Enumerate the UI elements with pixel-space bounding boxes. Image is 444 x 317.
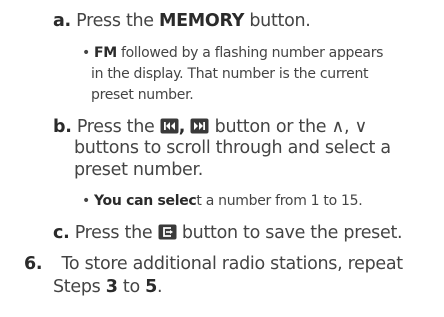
step-a-prefix: Press the <box>76 11 160 31</box>
step-6-to-word: to <box>117 277 146 297</box>
down-arrow-icon: ∨ <box>354 117 368 137</box>
comma-separator: , <box>178 117 186 137</box>
step-b-line3: preset number. <box>74 160 204 180</box>
step-6-line1: 6. To store additional radio stations, r… <box>24 254 404 274</box>
skip-previous-icon <box>160 118 179 139</box>
step-a-bullet-line3: preset number. <box>91 87 194 103</box>
step-a-bullet-line2: in the display. That number is the curre… <box>91 66 369 82</box>
step-b-prefix: Press the <box>76 117 160 137</box>
step-a-line: a. Press the MEMORY button. <box>53 11 311 31</box>
step-c-line: c. Press the button to save the preset. <box>53 223 403 245</box>
step-6-period: . <box>157 277 163 297</box>
step-b-bullet-rest: t a number from 1 to 15. <box>196 193 363 209</box>
step-6-from: 3 <box>105 277 118 297</box>
step-b-mid: button or the <box>209 117 332 137</box>
step-a-bullet-text1: followed by a flashing number appears <box>116 45 384 61</box>
step-marker-6: 6. <box>24 254 43 274</box>
step-a-suffix: button. <box>244 11 311 31</box>
step-marker-a: a. <box>53 11 71 31</box>
step-b-bullet-bold: You can selec <box>93 193 197 209</box>
comma-separator-2: , <box>343 117 350 137</box>
step-6-prefix: Steps <box>53 277 106 297</box>
step-6-to: 5 <box>145 277 158 297</box>
step-6-text1: To store additional radio stations, repe… <box>61 254 404 274</box>
skip-next-icon <box>190 118 209 139</box>
step-marker-c: c. <box>53 223 70 243</box>
step-c-suffix: button to save the preset. <box>176 223 403 243</box>
fm-keyword: FM <box>93 45 117 61</box>
step-c-prefix: Press the <box>74 223 158 243</box>
step-a-bullet-line1: • FM followed by a flashing number appear… <box>82 46 383 60</box>
bullet-dot: • <box>82 45 90 61</box>
step-b-line2: buttons to scroll through and select a <box>74 138 391 158</box>
step-b-line1: b. Press the , button or the ∧, ∨ <box>53 118 367 139</box>
step-marker-b: b. <box>53 117 72 137</box>
enter-icon <box>158 224 177 245</box>
memory-keyword: MEMORY <box>159 11 245 31</box>
bullet-dot: • <box>82 193 90 209</box>
step-6-line2: Steps 3 to 5. <box>53 277 163 297</box>
up-arrow-icon: ∧ <box>331 117 344 137</box>
step-b-bullet: • You can select a number from 1 to 15. <box>82 193 363 209</box>
